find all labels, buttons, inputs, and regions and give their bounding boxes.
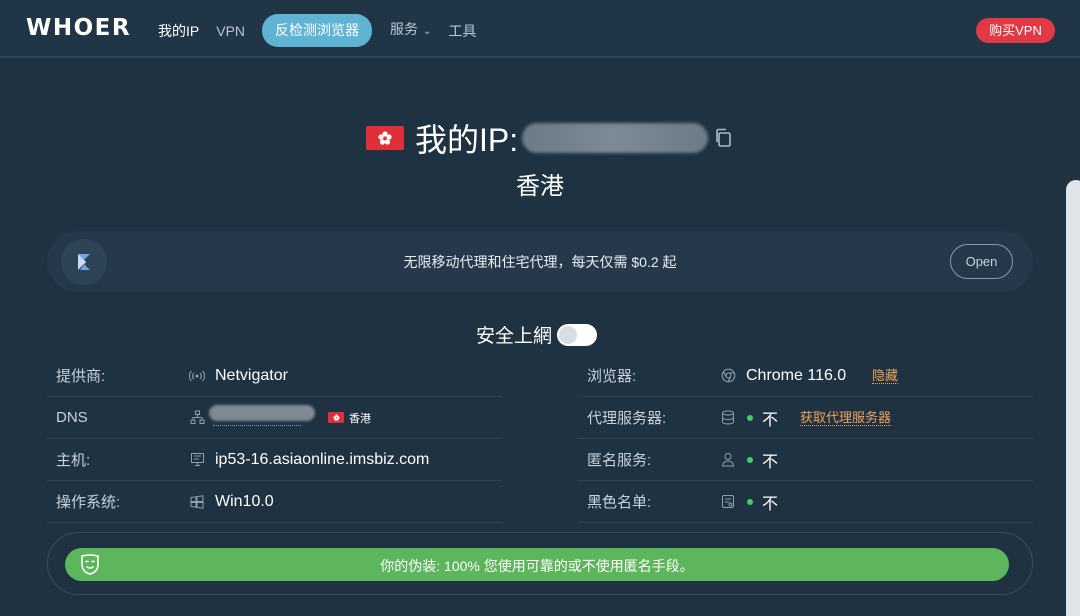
dns-label: DNS (56, 409, 88, 426)
main-nav: 我的IP VPN 反检测浏览器 服务 ⌄ 工具 (158, 13, 493, 48)
nav-antidetect-browser[interactable]: 反检测浏览器 (262, 14, 373, 47)
info-row-browser: 浏览器: Chrome 116.0 隐藏 (578, 355, 1033, 397)
broadcast-icon (189, 368, 205, 384)
get-proxy-link[interactable]: 获取代理服务器 (800, 410, 892, 426)
browser-label: 浏览器: (587, 368, 637, 385)
info-row-os: 操作系统: Win10.0 (47, 481, 502, 523)
proxy-value: 不 (762, 411, 779, 429)
safe-browsing-toggle[interactable] (557, 323, 598, 346)
chevron-down-icon: ⌄ (423, 26, 432, 37)
info-row-provider: 提供商: Netvigator (47, 355, 502, 397)
server-icon (189, 452, 205, 468)
info-row-dns: DNS 香港 (47, 397, 502, 439)
buy-vpn-button[interactable]: 购买VPN (976, 18, 1055, 43)
blacklist-label: 黑色名单: (587, 494, 652, 511)
open-button[interactable]: Open (950, 244, 1013, 279)
user-icon (720, 452, 736, 468)
promo-text: 无限移动代理和住宅代理，每天仅需 $0.2 起 (403, 254, 677, 270)
toggle-knob (559, 325, 578, 344)
chrome-icon (720, 368, 736, 384)
status-dot (747, 456, 753, 463)
info-row-host: 主机: ip53-16.asiaonline.imsbiz.com (47, 439, 502, 481)
nav-vpn[interactable]: VPN (216, 15, 245, 47)
nav-tools[interactable]: 工具 (448, 15, 476, 47)
nav-my-ip[interactable]: 我的IP (158, 15, 199, 47)
info-row-anonymizer: 匿名服务: 不 (578, 439, 1033, 481)
hong-kong-flag-icon (328, 412, 344, 423)
copy-icon[interactable] (714, 128, 732, 153)
nav-services-label: 服务 (390, 21, 419, 37)
page-title: 我的IP: (415, 122, 519, 158)
hong-kong-flag-icon (366, 126, 404, 150)
safe-browsing-label: 安全上網 (476, 326, 553, 347)
info-row-proxy: 代理服务器: 不 获取代理服务器 (578, 397, 1033, 439)
provider-value: Netvigator (215, 366, 288, 384)
host-label: 主机: (56, 452, 91, 469)
blacklist-value: 不 (762, 495, 779, 513)
status-dot (747, 414, 753, 421)
scrollbar[interactable] (1066, 180, 1080, 616)
disguise-progress-bar: 你的伪装: 100% 您使用可靠的或不使用匿名手段。 (65, 548, 1009, 581)
os-value: Win10.0 (215, 492, 274, 510)
blacklist-icon (720, 494, 736, 510)
nav-services[interactable]: 服务 ⌄ (390, 13, 431, 48)
header: WHOER 我的IP VPN 反检测浏览器 服务 ⌄ 工具 购买VPN (0, 0, 1080, 58)
anonymizer-value: 不 (762, 453, 779, 471)
windows-icon (189, 494, 205, 510)
promo-banner[interactable]: 无限移动代理和住宅代理，每天仅需 $0.2 起 Open (47, 231, 1033, 292)
my-ip-heading: 我的IP: (366, 118, 732, 158)
logo[interactable]: WHOER (26, 15, 131, 41)
anonymizer-label: 匿名服务: (587, 452, 652, 469)
host-value: ip53-16.asiaonline.imsbiz.com (215, 450, 430, 468)
info-row-blacklist: 黑色名单: 不 (578, 481, 1033, 523)
hide-link[interactable]: 隐藏 (872, 368, 899, 384)
browser-value: Chrome 116.0 (746, 366, 847, 384)
disguise-text: 你的伪装: 100% 您使用可靠的或不使用匿名手段。 (380, 558, 694, 574)
ip-address-redacted (522, 123, 709, 153)
dns-address-redacted (209, 405, 315, 421)
safe-browsing: 安全上網 (476, 321, 598, 348)
proxy-label: 代理服务器: (587, 410, 667, 427)
dns-underline (213, 425, 301, 426)
disguise-panel: 你的伪装: 100% 您使用可靠的或不使用匿名手段。 (47, 532, 1033, 595)
ip-country: 香港 (516, 173, 564, 200)
os-label: 操作系统: (56, 494, 121, 511)
dns-country: 香港 (349, 412, 371, 425)
provider-label: 提供商: (56, 368, 106, 385)
network-icon (189, 410, 205, 426)
database-icon (720, 410, 736, 426)
status-dot (747, 498, 753, 505)
